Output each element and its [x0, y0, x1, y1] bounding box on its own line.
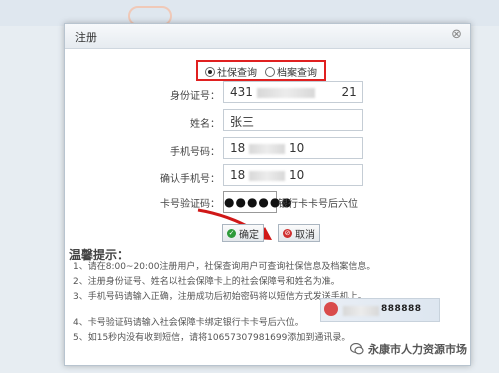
cancel-icon: ⊘ — [283, 228, 292, 238]
phone-confirm-suffix: 10 — [288, 168, 305, 182]
phone-confirm-field[interactable]: 18 10 — [223, 164, 363, 186]
confirm-label: 确定 — [239, 229, 259, 241]
name-label: 姓名： — [190, 119, 220, 130]
id-number-label: 身份证号： — [170, 91, 220, 102]
cancel-button[interactable]: ⊘ 取消 — [278, 224, 320, 242]
id-number-row: 身份证号： 431 21 — [65, 81, 470, 105]
wechat-icon — [350, 343, 364, 355]
phone-confirm-prefix: 18 — [230, 168, 246, 182]
dialog-title: 注册 — [75, 31, 97, 44]
name-row: 姓名： 张三 — [65, 109, 470, 133]
phone-prefix: 18 — [230, 141, 246, 155]
phone-row: 手机号码： 18 10 — [65, 137, 470, 161]
redacted-block — [343, 306, 379, 316]
phone-confirm-label: 确认手机号： — [160, 174, 220, 185]
radio-label: 档案查询 — [277, 68, 317, 79]
watermark-text: 永康市人力资源市场 — [368, 343, 467, 356]
radio-unchecked-icon — [265, 66, 275, 77]
redacted-block — [249, 170, 286, 181]
query-type-group: 社保查询 档案查询 — [196, 60, 326, 81]
close-icon[interactable]: ⊗ — [451, 27, 462, 42]
phone-label: 手机号码： — [170, 147, 220, 158]
id-number-prefix: 431 — [230, 85, 253, 99]
redacted-block — [249, 143, 286, 154]
id-number-field[interactable]: 431 21 — [223, 81, 363, 103]
phone-suffix: 10 — [288, 141, 305, 155]
phone-confirm-row: 确认手机号： 18 10 — [65, 164, 470, 188]
check-icon: ✓ — [227, 228, 236, 238]
radio-social-security[interactable]: 社保查询 — [205, 64, 257, 79]
tip-item: 2、注册身份证号、姓名以社会保障卡上的社会保障号和姓名为准。 — [73, 277, 340, 287]
card-number: 888888 — [381, 304, 422, 314]
cancel-label: 取消 — [295, 229, 315, 241]
radio-archive[interactable]: 档案查询 — [265, 64, 317, 79]
phone-field[interactable]: 18 10 — [223, 137, 363, 159]
name-field[interactable]: 张三 — [223, 109, 363, 131]
radio-label: 社保查询 — [217, 68, 257, 79]
register-dialog: 注册 ⊗ 社保查询 档案查询 身份证号： 431 21 姓名： 张三 手机号码：… — [64, 23, 471, 366]
watermark: 永康市人力资源市场 — [350, 341, 467, 357]
redacted-block — [256, 87, 315, 98]
card-code-hint: 银行卡卡号后六位 — [278, 199, 358, 210]
id-number-suffix: 21 — [341, 85, 357, 99]
bank-card-image: 888888 — [320, 298, 440, 322]
radio-checked-icon — [205, 66, 215, 77]
card-emblem-icon — [324, 302, 338, 316]
confirm-button[interactable]: ✓ 确定 — [222, 224, 264, 242]
tip-item: 1、请在8:00~20:00注册用户，社保查询用户可查询社保信息及档案信息。 — [73, 262, 376, 272]
dialog-titlebar: 注册 ⊗ — [65, 24, 470, 49]
